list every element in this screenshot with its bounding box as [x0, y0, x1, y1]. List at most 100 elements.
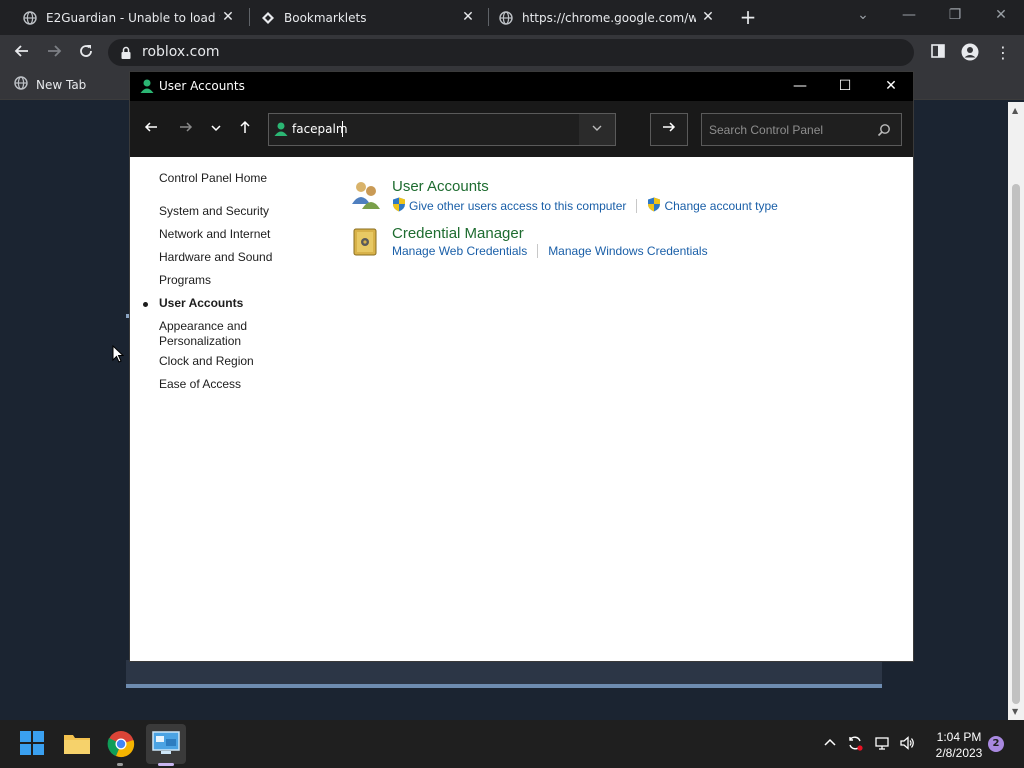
credential-vault-icon — [352, 227, 378, 261]
change-account-type-link[interactable]: Change account type — [647, 197, 778, 215]
sidebar-item-hardware-sound[interactable]: Hardware and Sound — [159, 250, 272, 264]
go-arrow-icon[interactable] — [650, 113, 688, 146]
search-input[interactable] — [709, 121, 869, 139]
sync-status-icon[interactable] — [845, 735, 865, 755]
category-title[interactable]: Credential Manager — [392, 225, 524, 242]
close-tab-icon[interactable]: ✕ — [700, 9, 716, 25]
sidebar-item-system-security[interactable]: System and Security — [159, 204, 269, 218]
explorer-address-bar: facepalm — [130, 101, 913, 157]
window-titlebar[interactable]: User Accounts — ☐ ✕ — [130, 72, 913, 101]
menu-kebab-icon[interactable]: ⋮ — [993, 43, 1013, 63]
control-panel-icon[interactable] — [152, 730, 180, 758]
scroll-down-icon[interactable]: ▼ — [1012, 707, 1018, 716]
bookmark-label: New Tab — [36, 77, 87, 92]
search-icon[interactable] — [877, 122, 891, 141]
give-access-link-label: Give other users access to this computer — [409, 199, 627, 213]
back-icon[interactable] — [12, 43, 32, 63]
forward-icon[interactable] — [44, 43, 64, 63]
link-divider — [537, 244, 539, 258]
scroll-up-icon[interactable]: ▲ — [1012, 106, 1018, 115]
side-panel-icon[interactable] — [928, 43, 948, 63]
chevron-up-icon[interactable] — [820, 735, 840, 751]
uac-shield-icon — [647, 197, 661, 215]
tab-divider — [488, 8, 489, 26]
reload-icon[interactable] — [76, 43, 96, 63]
file-explorer-icon[interactable] — [63, 730, 91, 758]
current-item-bullet — [143, 302, 148, 307]
text-caret — [342, 121, 343, 137]
user-accounts-icon — [139, 78, 155, 98]
change-account-type-label: Change account type — [664, 199, 778, 213]
scrollbar-thumb[interactable] — [1012, 184, 1020, 704]
bookmark-new-tab[interactable]: New Tab — [14, 76, 86, 93]
profile-avatar-icon[interactable] — [960, 43, 980, 63]
sidebar-item-appearance-line2[interactable]: Personalization — [159, 334, 241, 348]
network-icon[interactable] — [872, 735, 892, 755]
close-tab-icon[interactable]: ✕ — [460, 9, 476, 25]
browser-tab-chrome-web-store[interactable]: https://chrome.google.com/web ✕ — [498, 0, 724, 35]
category-links: Give other users access to this computer… — [392, 197, 778, 215]
tab-title: https://chrome.google.com/web — [522, 10, 696, 25]
browser-tab-strip: E2Guardian - Unable to load web ✕ Bookma… — [0, 0, 1024, 35]
tab-divider — [249, 8, 250, 26]
tab-title: Bookmarklets — [284, 10, 367, 25]
page-dialog-edge — [126, 660, 882, 688]
browser-tab-e2guardian[interactable]: E2Guardian - Unable to load web ✕ — [22, 0, 244, 35]
category-title[interactable]: User Accounts — [392, 178, 489, 195]
manage-web-credentials-link[interactable]: Manage Web Credentials — [392, 244, 527, 258]
control-panel-window: User Accounts — ☐ ✕ facepalm Search Cont… — [129, 71, 914, 662]
sidebar-item-user-accounts[interactable]: User Accounts — [159, 296, 243, 310]
manage-windows-credentials-link[interactable]: Manage Windows Credentials — [548, 244, 707, 258]
close-tab-icon[interactable]: ✕ — [220, 9, 236, 25]
sidebar-item-clock-region[interactable]: Clock and Region — [159, 354, 254, 368]
clock-date: 2/8/2023 — [935, 746, 983, 760]
windows-taskbar: 1:04 PM 2/8/2023 2 — [0, 720, 1024, 768]
give-access-link[interactable]: Give other users access to this computer — [392, 197, 626, 215]
lock-icon — [120, 45, 132, 64]
recent-locations-chevron-icon[interactable] — [206, 119, 226, 139]
search-control-panel-box[interactable] — [701, 113, 902, 146]
sidebar-item-appearance[interactable]: Appearance and — [159, 319, 247, 333]
tab-search-icon[interactable]: ⌄ — [848, 4, 878, 26]
restore-icon[interactable]: ❐ — [940, 4, 970, 26]
url-text: roblox.com — [142, 44, 220, 60]
clock-time: 1:04 PM — [936, 730, 982, 744]
location-text: facepalm — [292, 122, 348, 136]
sidebar-item-programs[interactable]: Programs — [159, 273, 211, 287]
volume-icon[interactable] — [897, 735, 917, 755]
page-dialog-accent — [126, 684, 882, 688]
sidebar-item-ease-of-access[interactable]: Ease of Access — [159, 377, 241, 391]
chrome-running-indicator — [117, 763, 123, 766]
minimize-icon[interactable]: — — [894, 4, 924, 26]
tab-title: E2Guardian - Unable to load web — [46, 10, 220, 25]
minimize-icon[interactable]: — — [785, 75, 815, 97]
users-icon — [350, 180, 382, 214]
windows-start-icon[interactable] — [19, 730, 47, 758]
close-icon[interactable]: ✕ — [876, 75, 906, 97]
brand-logo-icon — [260, 10, 276, 26]
link-divider — [636, 199, 638, 213]
up-arrow-icon[interactable] — [235, 119, 255, 139]
chrome-icon[interactable] — [107, 730, 135, 758]
page-scrollbar[interactable]: ▲ ▼ — [1008, 102, 1024, 720]
globe-icon — [14, 76, 28, 93]
maximize-icon[interactable]: ☐ — [830, 75, 860, 97]
new-tab-icon[interactable]: + — [738, 7, 758, 27]
mouse-pointer-icon — [112, 344, 125, 367]
category-links: Manage Web Credentials Manage Windows Cr… — [392, 244, 708, 258]
user-accounts-icon — [273, 121, 289, 141]
back-arrow-icon[interactable] — [141, 119, 161, 139]
uac-shield-icon — [392, 197, 406, 215]
forward-arrow-icon[interactable] — [176, 119, 196, 139]
location-field[interactable]: facepalm — [268, 113, 616, 146]
browser-tab-bookmarklets[interactable]: Bookmarklets ✕ — [260, 0, 484, 35]
globe-icon — [498, 10, 514, 26]
address-bar[interactable]: roblox.com — [108, 39, 914, 66]
system-clock[interactable]: 1:04 PM 2/8/2023 — [926, 729, 992, 761]
close-window-icon[interactable]: ✕ — [986, 4, 1016, 26]
notification-badge[interactable]: 2 — [988, 736, 1004, 752]
sidebar-item-control-panel-home[interactable]: Control Panel Home — [159, 171, 267, 185]
chevron-down-icon[interactable] — [579, 114, 615, 145]
control-panel-active-indicator — [158, 763, 174, 766]
sidebar-item-network-internet[interactable]: Network and Internet — [159, 227, 270, 241]
